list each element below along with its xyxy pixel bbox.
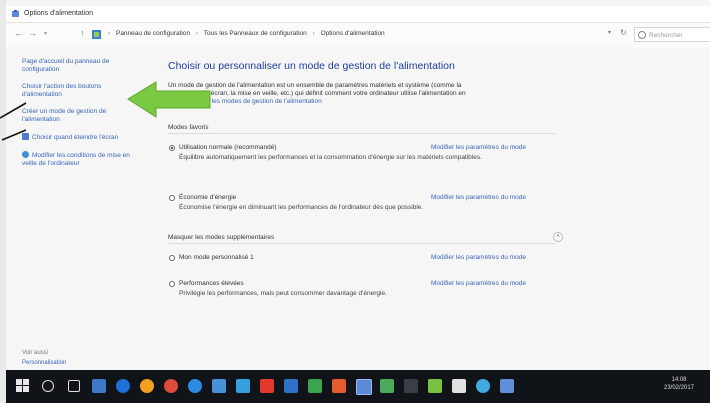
word-icon[interactable]: [284, 379, 298, 393]
preferred-plans-heading: Modes favoris: [168, 124, 556, 134]
app-icon[interactable]: [212, 379, 226, 393]
search-input[interactable]: Rechercher: [634, 27, 710, 42]
page-description: Un mode de gestion de l'alimentation est…: [168, 82, 548, 106]
page-title: Choisir ou personnaliser un mode de gest…: [168, 60, 455, 72]
plan-name: Mon mode personnalisé 1: [179, 254, 254, 261]
sidebar-link-label: Modifier les conditions de mise en veill…: [22, 152, 130, 167]
windows-start-icon[interactable]: [16, 379, 30, 393]
address-bar: ← → ▾ ↑ › Panneau de configuration › Tou…: [6, 23, 710, 47]
window-titlebar: Options d'alimentation: [6, 6, 710, 23]
window-title: Options d'alimentation: [24, 10, 94, 17]
app-icon[interactable]: [188, 379, 202, 393]
shield-icon: [22, 133, 29, 140]
sidebar-link-power-buttons[interactable]: Choisir l'action des boutons d'alimentat…: [22, 83, 122, 99]
plan-name: Performances élevées: [179, 280, 244, 287]
control-panel-icon: [92, 30, 101, 39]
see-also-heading: Voir aussi: [22, 350, 49, 356]
task-view-icon[interactable]: [68, 380, 80, 392]
power-options-icon: [12, 10, 19, 17]
search-placeholder: Rechercher: [649, 32, 683, 39]
filezilla-icon[interactable]: [260, 379, 274, 393]
hide-additional-plans-heading[interactable]: Masquer les modes supplémentaires: [168, 234, 556, 244]
up-button[interactable]: ↑: [80, 28, 85, 38]
breadcrumb-item[interactable]: Panneau de configuration: [116, 30, 190, 37]
sidebar-link-home[interactable]: Page d'accueil du panneau de configurati…: [22, 58, 140, 74]
file-explorer-icon[interactable]: [92, 379, 106, 393]
sidebar-link-personalization[interactable]: Personnalisation: [22, 360, 66, 366]
powerpoint-icon[interactable]: [332, 379, 346, 393]
plan-radio[interactable]: [169, 145, 175, 151]
learn-more-link[interactable]: savoir plus sur les modes de gestion de …: [168, 98, 322, 105]
firefox-icon[interactable]: [140, 379, 154, 393]
modify-plan-link[interactable]: Modifier les paramètres du mode: [431, 254, 526, 261]
sidebar-link-display-off[interactable]: Choisir quand éteindre l'écran: [22, 133, 152, 142]
app-icon[interactable]: [500, 379, 514, 393]
search-icon[interactable]: [42, 380, 54, 392]
clock-date: 23/02/2017: [663, 385, 695, 391]
plan-description: Équilibre automatiquement les performanc…: [179, 154, 482, 161]
address-dropdown-icon[interactable]: ▾: [608, 29, 611, 36]
app-icon[interactable]: [428, 379, 442, 393]
modify-plan-link[interactable]: Modifier les paramètres du mode: [431, 280, 526, 287]
modify-plan-link[interactable]: Modifier les paramètres du mode: [431, 194, 526, 201]
description-line: luminosité de l'écran, la mise en veille…: [168, 90, 466, 97]
search-icon: [638, 31, 646, 39]
plan-description: Privilégie les performances, mais peut c…: [179, 290, 387, 297]
sidebar-link-label: Choisir quand éteindre l'écran: [32, 134, 119, 141]
clock-time: 14:08: [671, 377, 687, 383]
calculator-icon[interactable]: [452, 379, 466, 393]
collapse-chevron-icon[interactable]: ˄: [553, 232, 563, 242]
app-icon[interactable]: [236, 379, 250, 393]
monitor-edge: [0, 0, 6, 403]
sidebar: Page d'accueil du panneau de configurati…: [22, 58, 152, 177]
modify-plan-link[interactable]: Modifier les paramètres du mode: [431, 144, 526, 151]
control-panel-icon[interactable]: [356, 379, 372, 395]
screen-photo: Options d'alimentation ← → ▾ ↑ › Panneau…: [0, 0, 710, 403]
breadcrumb: › Panneau de configuration › Tous les Pa…: [108, 30, 385, 37]
recent-dropdown-icon[interactable]: ▾: [44, 30, 47, 37]
moon-icon: [22, 151, 29, 158]
tray-clock[interactable]: 14:08 23/02/2017: [654, 376, 704, 392]
description-line: Un mode de gestion de l'alimentation est…: [168, 82, 462, 89]
excel-icon[interactable]: [308, 379, 322, 393]
back-button[interactable]: ←: [14, 28, 23, 38]
plan-name: Économie d'énergie: [179, 194, 237, 201]
breadcrumb-item[interactable]: Tous les Panneaux de configuration: [204, 30, 307, 37]
plan-radio[interactable]: [169, 195, 175, 201]
breadcrumb-item[interactable]: Options d'alimentation: [321, 30, 385, 37]
app-icon[interactable]: [380, 379, 394, 393]
plan-radio[interactable]: [169, 255, 175, 261]
forward-button[interactable]: →: [28, 28, 37, 38]
chrome-icon[interactable]: [164, 379, 178, 393]
sidebar-link-create-plan[interactable]: Créer un mode de gestion de l'alimentati…: [22, 108, 138, 124]
app-icon[interactable]: [404, 379, 418, 393]
app-icon[interactable]: [476, 379, 490, 393]
taskbar: 14:08 23/02/2017: [6, 370, 710, 403]
edge-browser-icon[interactable]: [116, 379, 130, 393]
plan-description: Économise l'énergie en diminuant les per…: [179, 204, 424, 211]
plan-radio[interactable]: [169, 281, 175, 287]
plan-name: Utilisation normale (recommandé): [179, 144, 277, 151]
refresh-icon[interactable]: ↻: [620, 28, 627, 37]
sidebar-link-sleep[interactable]: Modifier les conditions de mise en veill…: [22, 151, 144, 168]
